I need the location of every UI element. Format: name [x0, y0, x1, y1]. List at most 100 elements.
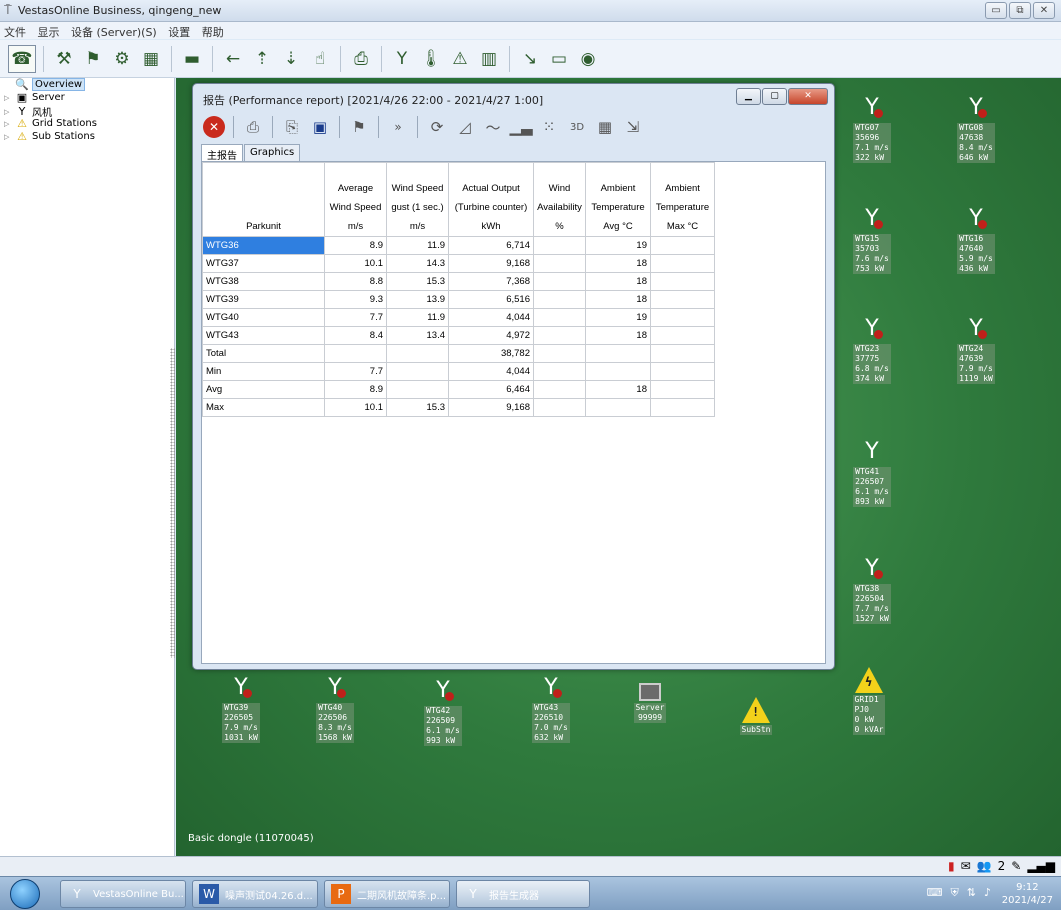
expand-arrow-icon[interactable]: ▷ [4, 133, 12, 141]
cell-wind-gust[interactable]: 15.3 [386, 272, 449, 291]
table-row[interactable]: WTG39 9.3 13.9 6,516 18 [202, 290, 715, 309]
cell-wind-availability[interactable] [533, 362, 586, 381]
turbine-alarm-icon[interactable]: ⚑ [80, 45, 106, 73]
cell-temperature-max[interactable] [650, 326, 715, 345]
cell-average-wind-speed[interactable]: 8.9 [324, 380, 387, 399]
cell-parkunit[interactable]: Max [202, 398, 325, 417]
cell-wind-availability[interactable] [533, 308, 586, 327]
menu-file[interactable]: 文件 [0, 22, 30, 40]
cell-temperature-avg[interactable]: 18 [585, 380, 651, 399]
report-close-button[interactable]: ✕ [788, 88, 828, 105]
back-arrow-icon[interactable]: ← [220, 45, 246, 73]
taskbar-item-report-generator[interactable]: Y 报告生成器 [456, 880, 590, 908]
turbine-wtg15[interactable]: Y WTG15 35703 7.6 m/s 753 kW [843, 208, 901, 274]
stop-turbine-icon[interactable]: ⇣ [278, 45, 304, 73]
cell-wind-availability[interactable] [533, 326, 586, 345]
cell-actual-output[interactable]: 4,044 [448, 308, 534, 327]
cell-average-wind-speed[interactable]: 10.1 [324, 398, 387, 417]
cell-actual-output[interactable]: 6,516 [448, 290, 534, 309]
header-parkunit[interactable]: Parkunit [202, 162, 325, 237]
start-turbine-icon[interactable]: ⇡ [249, 45, 275, 73]
cell-actual-output[interactable]: 6,464 [448, 380, 534, 399]
export-icon[interactable]: ⇲ [622, 116, 644, 138]
cell-actual-output[interactable]: 6,714 [448, 236, 534, 255]
tree-item-sub-stations[interactable]: ▷ ⚠ Sub Stations [4, 130, 95, 143]
3d-chart-icon[interactable]: 3D [566, 116, 588, 138]
turbine-wtg40[interactable]: Y WTG40 226506 8.3 m/s 1568 kW [306, 677, 364, 743]
cell-temperature-avg[interactable]: 18 [585, 326, 651, 345]
menu-device[interactable]: 设备 (Server)(S) [67, 22, 161, 40]
close-button[interactable]: ✕ [1033, 2, 1055, 19]
cell-average-wind-speed[interactable]: 8.9 [324, 236, 387, 255]
taskbar-item-pdf[interactable]: P 二期风机故障条.p... [324, 880, 450, 908]
turbine-wtg07[interactable]: Y WTG07 35696 7.1 m/s 322 kW [843, 97, 901, 163]
cell-temperature-max[interactable] [650, 344, 715, 363]
grid-view-icon[interactable]: ▦ [594, 116, 616, 138]
table-row[interactable]: Max 10.1 15.3 9,168 [202, 398, 715, 417]
cell-temperature-avg[interactable]: 19 [585, 236, 651, 255]
link-icon[interactable]: ▬ [179, 45, 205, 73]
cell-temperature-max[interactable] [650, 362, 715, 381]
cell-wind-gust[interactable]: 15.3 [386, 398, 449, 417]
hand-icon[interactable]: ☝ [307, 45, 333, 73]
table-row[interactable]: WTG40 7.7 11.9 4,044 19 [202, 308, 715, 327]
cell-actual-output[interactable]: 9,168 [448, 398, 534, 417]
cell-wind-gust[interactable]: 11.9 [386, 308, 449, 327]
pen-icon[interactable]: ✎ [1011, 859, 1021, 873]
header-wind-gust[interactable]: Wind Speed gust (1 sec.) m/s [386, 162, 449, 237]
cell-wind-gust[interactable] [386, 344, 449, 363]
cell-temperature-max[interactable] [650, 272, 715, 291]
warning-icon[interactable]: ⚠ [447, 45, 473, 73]
cell-average-wind-speed[interactable]: 8.8 [324, 272, 387, 291]
cell-parkunit[interactable]: Total [202, 344, 325, 363]
print-icon[interactable]: ⎙ [242, 116, 264, 138]
header-temperature-max[interactable]: Ambient Temperature Max °C [650, 162, 715, 237]
tree-item-grid-stations[interactable]: ▷ ⚠ Grid Stations [4, 117, 97, 130]
phone-icon[interactable]: ☎ [8, 44, 36, 73]
speaker-icon[interactable]: ♪ [984, 886, 991, 900]
header-temperature-avg[interactable]: Ambient Temperature Avg °C [585, 162, 651, 237]
close-report-icon[interactable]: ✕ [203, 116, 225, 138]
cell-average-wind-speed[interactable]: 7.7 [324, 308, 387, 327]
cell-wind-availability[interactable] [533, 344, 586, 363]
cell-temperature-avg[interactable] [585, 344, 651, 363]
cell-actual-output[interactable]: 4,044 [448, 362, 534, 381]
menu-settings[interactable]: 设置 [164, 22, 194, 40]
restore-button[interactable]: ⧉ [1009, 2, 1031, 19]
server-node[interactable]: Server 99999 [628, 683, 672, 723]
grid-node[interactable]: ϟ GRID1 PJ0 0 kW 0 kVAr [846, 667, 892, 735]
cell-average-wind-speed[interactable]: 8.4 [324, 326, 387, 345]
header-average-wind-speed[interactable]: Average Wind Speed m/s [324, 162, 387, 237]
turbine-wtg16[interactable]: Y WTG16 47640 5.9 m/s 436 kW [947, 208, 1005, 274]
users-icon[interactable]: 👥 [977, 859, 992, 873]
cell-wind-availability[interactable] [533, 398, 586, 417]
mail-icon[interactable]: ✉ [961, 859, 971, 873]
table-row[interactable]: WTG37 10.1 14.3 9,168 18 [202, 254, 715, 273]
cell-wind-gust[interactable] [386, 380, 449, 399]
table-row[interactable]: WTG36 8.9 11.9 6,714 19 [202, 236, 715, 255]
cell-average-wind-speed[interactable]: 10.1 [324, 254, 387, 273]
taskbar-clock[interactable]: 9:12 2021/4/27 [1002, 881, 1053, 907]
cell-parkunit[interactable]: WTG37 [202, 254, 325, 273]
menu-view[interactable]: 显示 [34, 22, 64, 40]
cell-parkunit[interactable]: WTG43 [202, 326, 325, 345]
cell-parkunit[interactable]: WTG40 [202, 308, 325, 327]
cell-average-wind-speed[interactable]: 9.3 [324, 290, 387, 309]
area-chart-icon[interactable]: ◿ [454, 116, 476, 138]
menu-help[interactable]: 帮助 [198, 22, 228, 40]
turbine-select-icon[interactable]: ⚑ [348, 116, 370, 138]
turbine-group-icon[interactable]: ⚒ [51, 45, 77, 73]
substation-node[interactable]: ! SubStn [733, 697, 779, 735]
turbine-wtg08[interactable]: Y WTG08 47638 8.4 m/s 646 kW [947, 97, 1005, 163]
copy-icon[interactable]: ⎘ [281, 116, 303, 138]
minimize-button[interactable]: ▭ [985, 2, 1007, 19]
cell-wind-availability[interactable] [533, 272, 586, 291]
expand-arrow-icon[interactable]: ▷ [4, 94, 12, 102]
cell-temperature-avg[interactable] [585, 362, 651, 381]
turbine-wtg41[interactable]: Y WTG41 226507 6.1 m/s 893 kW [843, 441, 901, 507]
cell-temperature-avg[interactable]: 19 [585, 308, 651, 327]
cell-average-wind-speed[interactable]: 7.7 [324, 362, 387, 381]
cell-parkunit[interactable]: WTG39 [202, 290, 325, 309]
cell-parkunit[interactable]: WTG36 [202, 236, 325, 255]
cell-temperature-max[interactable] [650, 398, 715, 417]
